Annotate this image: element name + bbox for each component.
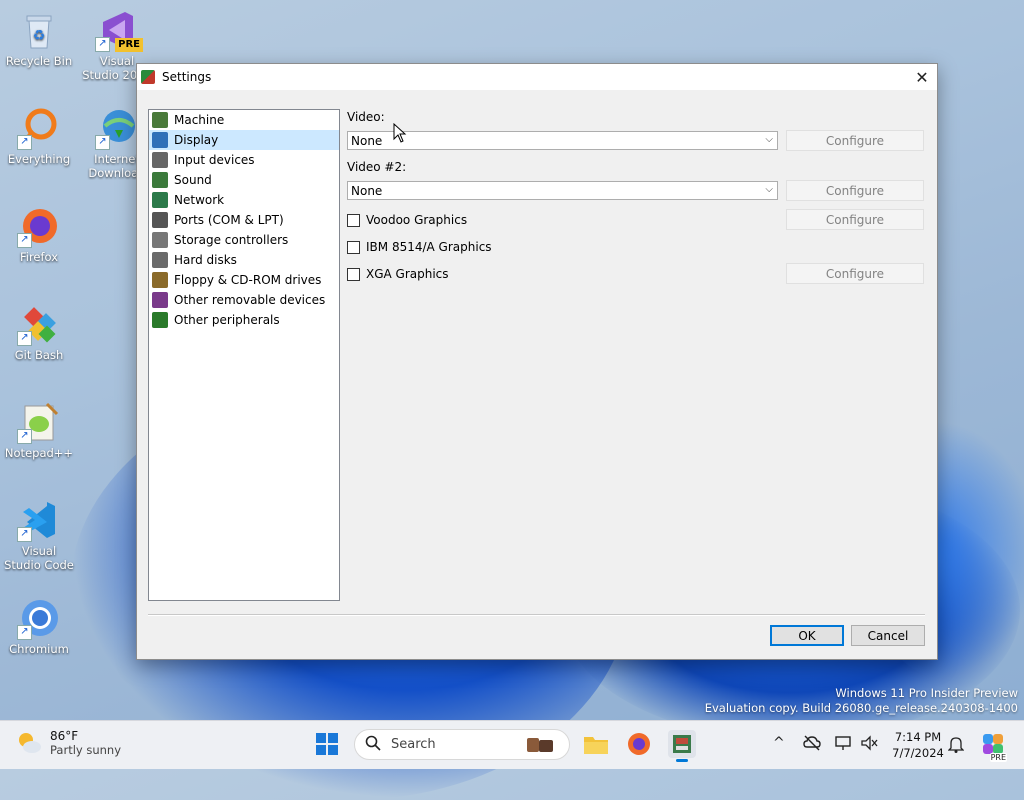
storage-controllers-icon [152,232,168,248]
shortcut-arrow-icon: ↗ [17,233,32,248]
desktop-icon-recycle-bin[interactable]: ♻ Recycle Bin [2,8,76,68]
chromium-icon: ↗ [17,596,61,640]
network-icon [152,192,168,208]
copilot-pre-badge: PRE [989,753,1007,762]
dialog-separator [148,614,925,616]
hard-disk-icon [152,252,168,268]
shortcut-arrow-icon: ↗ [17,625,32,640]
removable-device-icon [152,292,168,308]
category-network[interactable]: Network [149,190,339,210]
video2-select[interactable]: None ⌵ [347,181,778,200]
taskbar: 86°F Partly sunny Search ^ 7:14 PM 7/7/2… [0,720,1024,769]
settings-app-taskbar-icon[interactable] [668,730,696,762]
network-icon[interactable] [834,735,852,755]
svg-text:♻: ♻ [33,28,46,44]
desktop-icon-git-bash[interactable]: ↗ Git Bash [2,302,76,362]
preview-badge: PRE [115,38,143,52]
cloud-offline-icon[interactable] [803,735,821,755]
app-icon [141,70,155,84]
voodoo-configure-button[interactable]: Configure [786,209,924,230]
category-other-removable[interactable]: Other removable devices [149,290,339,310]
checkbox-box[interactable] [347,267,360,281]
search-icon [365,735,381,755]
firefox-taskbar-icon[interactable] [625,730,653,758]
shortcut-arrow-icon: ↗ [17,527,32,542]
dialog-titlebar[interactable]: Settings ✕ [137,64,937,90]
category-input-devices[interactable]: Input devices [149,150,339,170]
checkbox-box[interactable] [347,213,360,227]
video-select[interactable]: None ⌵ [347,131,778,150]
category-display[interactable]: Display [149,130,339,150]
ok-button[interactable]: OK [770,625,844,646]
firefox-icon: ↗ [17,204,61,248]
chevron-down-icon: ⌵ [765,184,773,195]
notepad-plus-plus-icon: ↗ [17,400,61,444]
shortcut-arrow-icon: ↗ [95,37,110,52]
vscode-icon: ↗ [17,498,61,542]
visual-studio-icon: PRE ↗ [95,8,143,52]
shortcut-arrow-icon: ↗ [17,331,32,346]
category-storage-controllers[interactable]: Storage controllers [149,230,339,250]
display-icon [152,132,168,148]
category-hard-disks[interactable]: Hard disks [149,250,339,270]
windows-watermark: Windows 11 Pro Insider Preview Evaluatio… [704,686,1018,715]
xga-configure-button[interactable]: Configure [786,263,924,284]
category-machine[interactable]: Machine [149,110,339,130]
voodoo-checkbox[interactable]: Voodoo Graphics [347,213,467,227]
category-floppy-cdrom[interactable]: Floppy & CD-ROM drives [149,270,339,290]
input-devices-icon [152,152,168,168]
video2-configure-button[interactable]: Configure [786,180,924,201]
taskbar-clock[interactable]: 7:14 PM 7/7/2024 [888,729,948,761]
start-windows-icon[interactable] [313,730,341,758]
cancel-button[interactable]: Cancel [851,625,925,646]
desktop-icon-chromium[interactable]: ↗ Chromium [2,596,76,656]
video2-label: Video #2: [347,160,407,174]
category-other-peripherals[interactable]: Other peripherals [149,310,339,330]
sound-icon [152,172,168,188]
copilot-icon[interactable]: PRE [981,732,1007,762]
category-tree[interactable]: Machine Display Input devices Sound Netw… [148,109,340,601]
active-app-indicator [676,759,688,762]
machine-icon [152,112,168,128]
ports-icon [152,212,168,228]
git-bash-icon: ↗ [17,302,61,346]
desktop-icon-firefox[interactable]: ↗ Firefox [2,204,76,264]
desktop-icon-visual-studio-code[interactable]: ↗ Visual Studio Code [2,498,76,572]
search-highlight-icon [523,734,557,760]
close-icon[interactable]: ✕ [907,64,937,90]
category-sound[interactable]: Sound [149,170,339,190]
shortcut-arrow-icon: ↗ [17,135,32,150]
checkbox-box[interactable] [347,240,360,254]
partly-sunny-icon [16,730,42,756]
category-ports[interactable]: Ports (COM & LPT) [149,210,339,230]
recycle-bin-icon: ♻ [17,8,61,52]
dialog-title: Settings [162,70,212,84]
shortcut-arrow-icon: ↗ [17,429,32,444]
taskbar-search[interactable]: Search [354,729,570,760]
globe-download-icon: ↗ [95,106,139,150]
chevron-down-icon: ⌵ [765,134,773,145]
shortcut-arrow-icon: ↗ [95,135,110,150]
everything-icon: ↗ [17,106,61,150]
file-explorer-icon[interactable] [582,730,610,758]
mouse-cursor-icon [393,123,407,143]
desktop-icon-notepad-plus-plus[interactable]: ↗ Notepad++ [2,400,76,460]
notification-bell-icon[interactable] [947,735,965,757]
weather-widget[interactable]: 86°F Partly sunny [16,729,121,757]
video-label: Video: [347,110,385,124]
xga-checkbox[interactable]: XGA Graphics [347,267,449,281]
floppy-icon [152,272,168,288]
ibm-8514a-checkbox[interactable]: IBM 8514/A Graphics [347,240,492,254]
desktop-icon-everything[interactable]: ↗ Everything [2,106,76,166]
chevron-up-icon[interactable]: ^ [773,735,785,751]
video-configure-button[interactable]: Configure [786,130,924,151]
peripherals-icon [152,312,168,328]
settings-dialog: Settings ✕ Machine Display Input devices… [136,63,938,660]
volume-muted-icon[interactable] [860,735,878,755]
